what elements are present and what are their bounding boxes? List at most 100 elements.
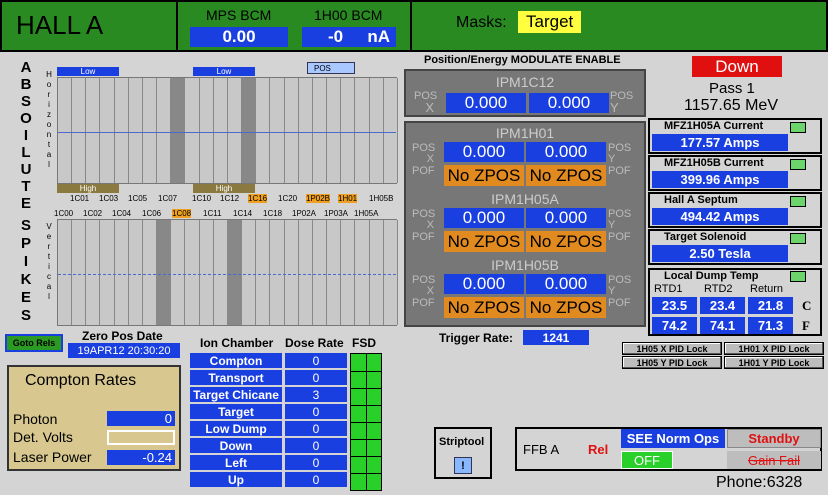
laser-power-value: -0.24	[107, 450, 175, 465]
ion-header-1: Ion Chamber	[200, 336, 274, 350]
plot-bar	[100, 78, 115, 183]
h1h00-bcm-value: -0	[328, 27, 344, 46]
striptool-panel: Striptool !	[434, 427, 492, 479]
pof-label: POF	[608, 231, 631, 243]
fsd-indicator	[350, 353, 382, 491]
pof-label: POF	[412, 231, 435, 243]
ipm-pos-y-label: POS Y POF	[608, 209, 631, 243]
det-volts-value	[107, 430, 175, 445]
plot-bar	[355, 220, 370, 325]
absolute_letters-letter: L	[21, 144, 31, 161]
hall-title: HALL A	[16, 10, 104, 40]
plot-bar	[355, 78, 370, 183]
plot-bar	[242, 220, 257, 325]
ffb-gain-fail[interactable]: Gain Fail	[727, 451, 821, 469]
ipm-x-value: 0.000	[444, 208, 524, 228]
mps-bcm-label: MPS BCM	[206, 7, 272, 23]
plot-bar	[228, 78, 243, 183]
dump-temp-led	[790, 271, 806, 282]
tick-label: 1C14	[233, 209, 253, 218]
pof-label: POF	[412, 297, 435, 309]
plot-bar	[171, 78, 186, 183]
plot-bar	[128, 78, 143, 183]
phone: Phone:6328	[716, 474, 803, 491]
fsd-row-line	[351, 473, 381, 474]
vertical_letters-letter: r	[47, 242, 51, 251]
beam-status: Down	[692, 56, 782, 77]
tick-label: 1P02A	[292, 209, 317, 218]
horizontal-letters: Horizontal	[44, 70, 54, 170]
tick-label: 1C04	[112, 209, 132, 218]
plot-bar	[298, 78, 313, 183]
ipm-x-value: 0.000	[444, 274, 524, 294]
vertical-letters: Vertical	[44, 222, 54, 302]
h1h00-bcm-label: 1H00 BCM	[314, 7, 383, 23]
magnet-value: 2.50 Tesla	[652, 245, 788, 262]
ipm-zpos-y: No ZPOS	[526, 231, 606, 252]
pos-button[interactable]: POS	[307, 62, 355, 74]
pid-1h01-y-button[interactable]: 1H01 Y PID Lock	[724, 356, 824, 369]
goto-rels-button[interactable]: Goto Rels	[5, 334, 63, 352]
ffb-rel: Rel	[588, 442, 609, 457]
mps-bcm-value: 0.00	[190, 27, 288, 47]
ion-chamber-name: Target Chicane	[190, 387, 282, 402]
ion-header-2: Dose Rate	[285, 336, 344, 350]
tick-label: 1C10	[192, 194, 212, 203]
plot-bar	[58, 78, 73, 183]
masks-value[interactable]: Target	[518, 11, 582, 33]
ion-dose-value: 0	[285, 472, 347, 487]
absolute_letters-letter: U	[20, 161, 32, 178]
tick-label: 1C11	[203, 209, 222, 218]
fsd-row-line	[351, 456, 381, 457]
ffb-standby[interactable]: Standby	[727, 429, 821, 448]
photon-label: Photon	[13, 411, 58, 427]
pid-1h05-x-button[interactable]: 1H05 X PID Lock	[622, 342, 722, 355]
fsd-row-line	[351, 439, 381, 440]
magnet-label: Target Solenoid	[664, 231, 747, 243]
striptool-label: Striptool	[439, 436, 485, 448]
fsd-row-line	[351, 405, 381, 406]
ipm-zpos-x: No ZPOS	[444, 297, 524, 318]
ipm-zpos-y: No ZPOS	[526, 297, 606, 318]
spikes-letters: SPIKES	[19, 218, 33, 326]
see-norm-ops[interactable]: SEE Norm Ops	[621, 429, 725, 448]
horizontal-plot	[57, 77, 398, 184]
ion-dose-value: 0	[285, 370, 347, 385]
high-marker-1-label: High	[79, 184, 97, 193]
plot-bar	[327, 78, 342, 183]
dump-unit-c: C	[802, 298, 812, 313]
ion-chamber-name: Low Dump	[190, 421, 282, 436]
plot-bar	[185, 78, 200, 183]
trigger-rate-label: Trigger Rate:	[439, 331, 514, 345]
laser-power-label: Laser Power	[13, 449, 92, 465]
ion-chamber-name: Compton	[190, 353, 282, 368]
ffb-off[interactable]: OFF	[621, 451, 673, 469]
magnet-value: 177.57 Amps	[652, 134, 788, 151]
ipm1c12-pos-y-label: POS Y	[610, 91, 633, 115]
plot-bar	[369, 220, 384, 325]
vertical_letters-letter: c	[47, 272, 51, 281]
fsd-row-line	[351, 388, 381, 389]
low-marker-2: Low	[193, 67, 255, 76]
ipm-y-value: 0.000	[526, 208, 606, 228]
ion-dose-value: 0	[285, 438, 347, 453]
pid-1h01-x-button[interactable]: 1H01 X PID Lock	[724, 342, 824, 355]
plot-bar	[228, 220, 243, 325]
plot-bar	[270, 78, 285, 183]
plot-bar	[128, 220, 143, 325]
plot-bar	[114, 78, 129, 183]
striptool-button[interactable]: !	[454, 457, 472, 474]
ipm-pos-y-label: POS Y POF	[608, 275, 631, 309]
plot-bar	[213, 78, 228, 183]
magnet-led	[790, 159, 806, 170]
ipm-pos-y-label: POS Y POF	[608, 143, 631, 177]
vertical_letters-letter: i	[48, 262, 50, 271]
dump-rtd2-f: 74.1	[700, 317, 745, 334]
pid-1h05-y-button[interactable]: 1H05 Y PID Lock	[622, 356, 722, 369]
plot-bar	[313, 220, 328, 325]
tick-label: 1H01	[338, 194, 358, 203]
horizontal_letters-letter: r	[47, 90, 51, 99]
tick-label: 1C07	[158, 194, 178, 203]
striptool-button-label: !	[461, 459, 465, 472]
plot-bar	[242, 78, 257, 183]
